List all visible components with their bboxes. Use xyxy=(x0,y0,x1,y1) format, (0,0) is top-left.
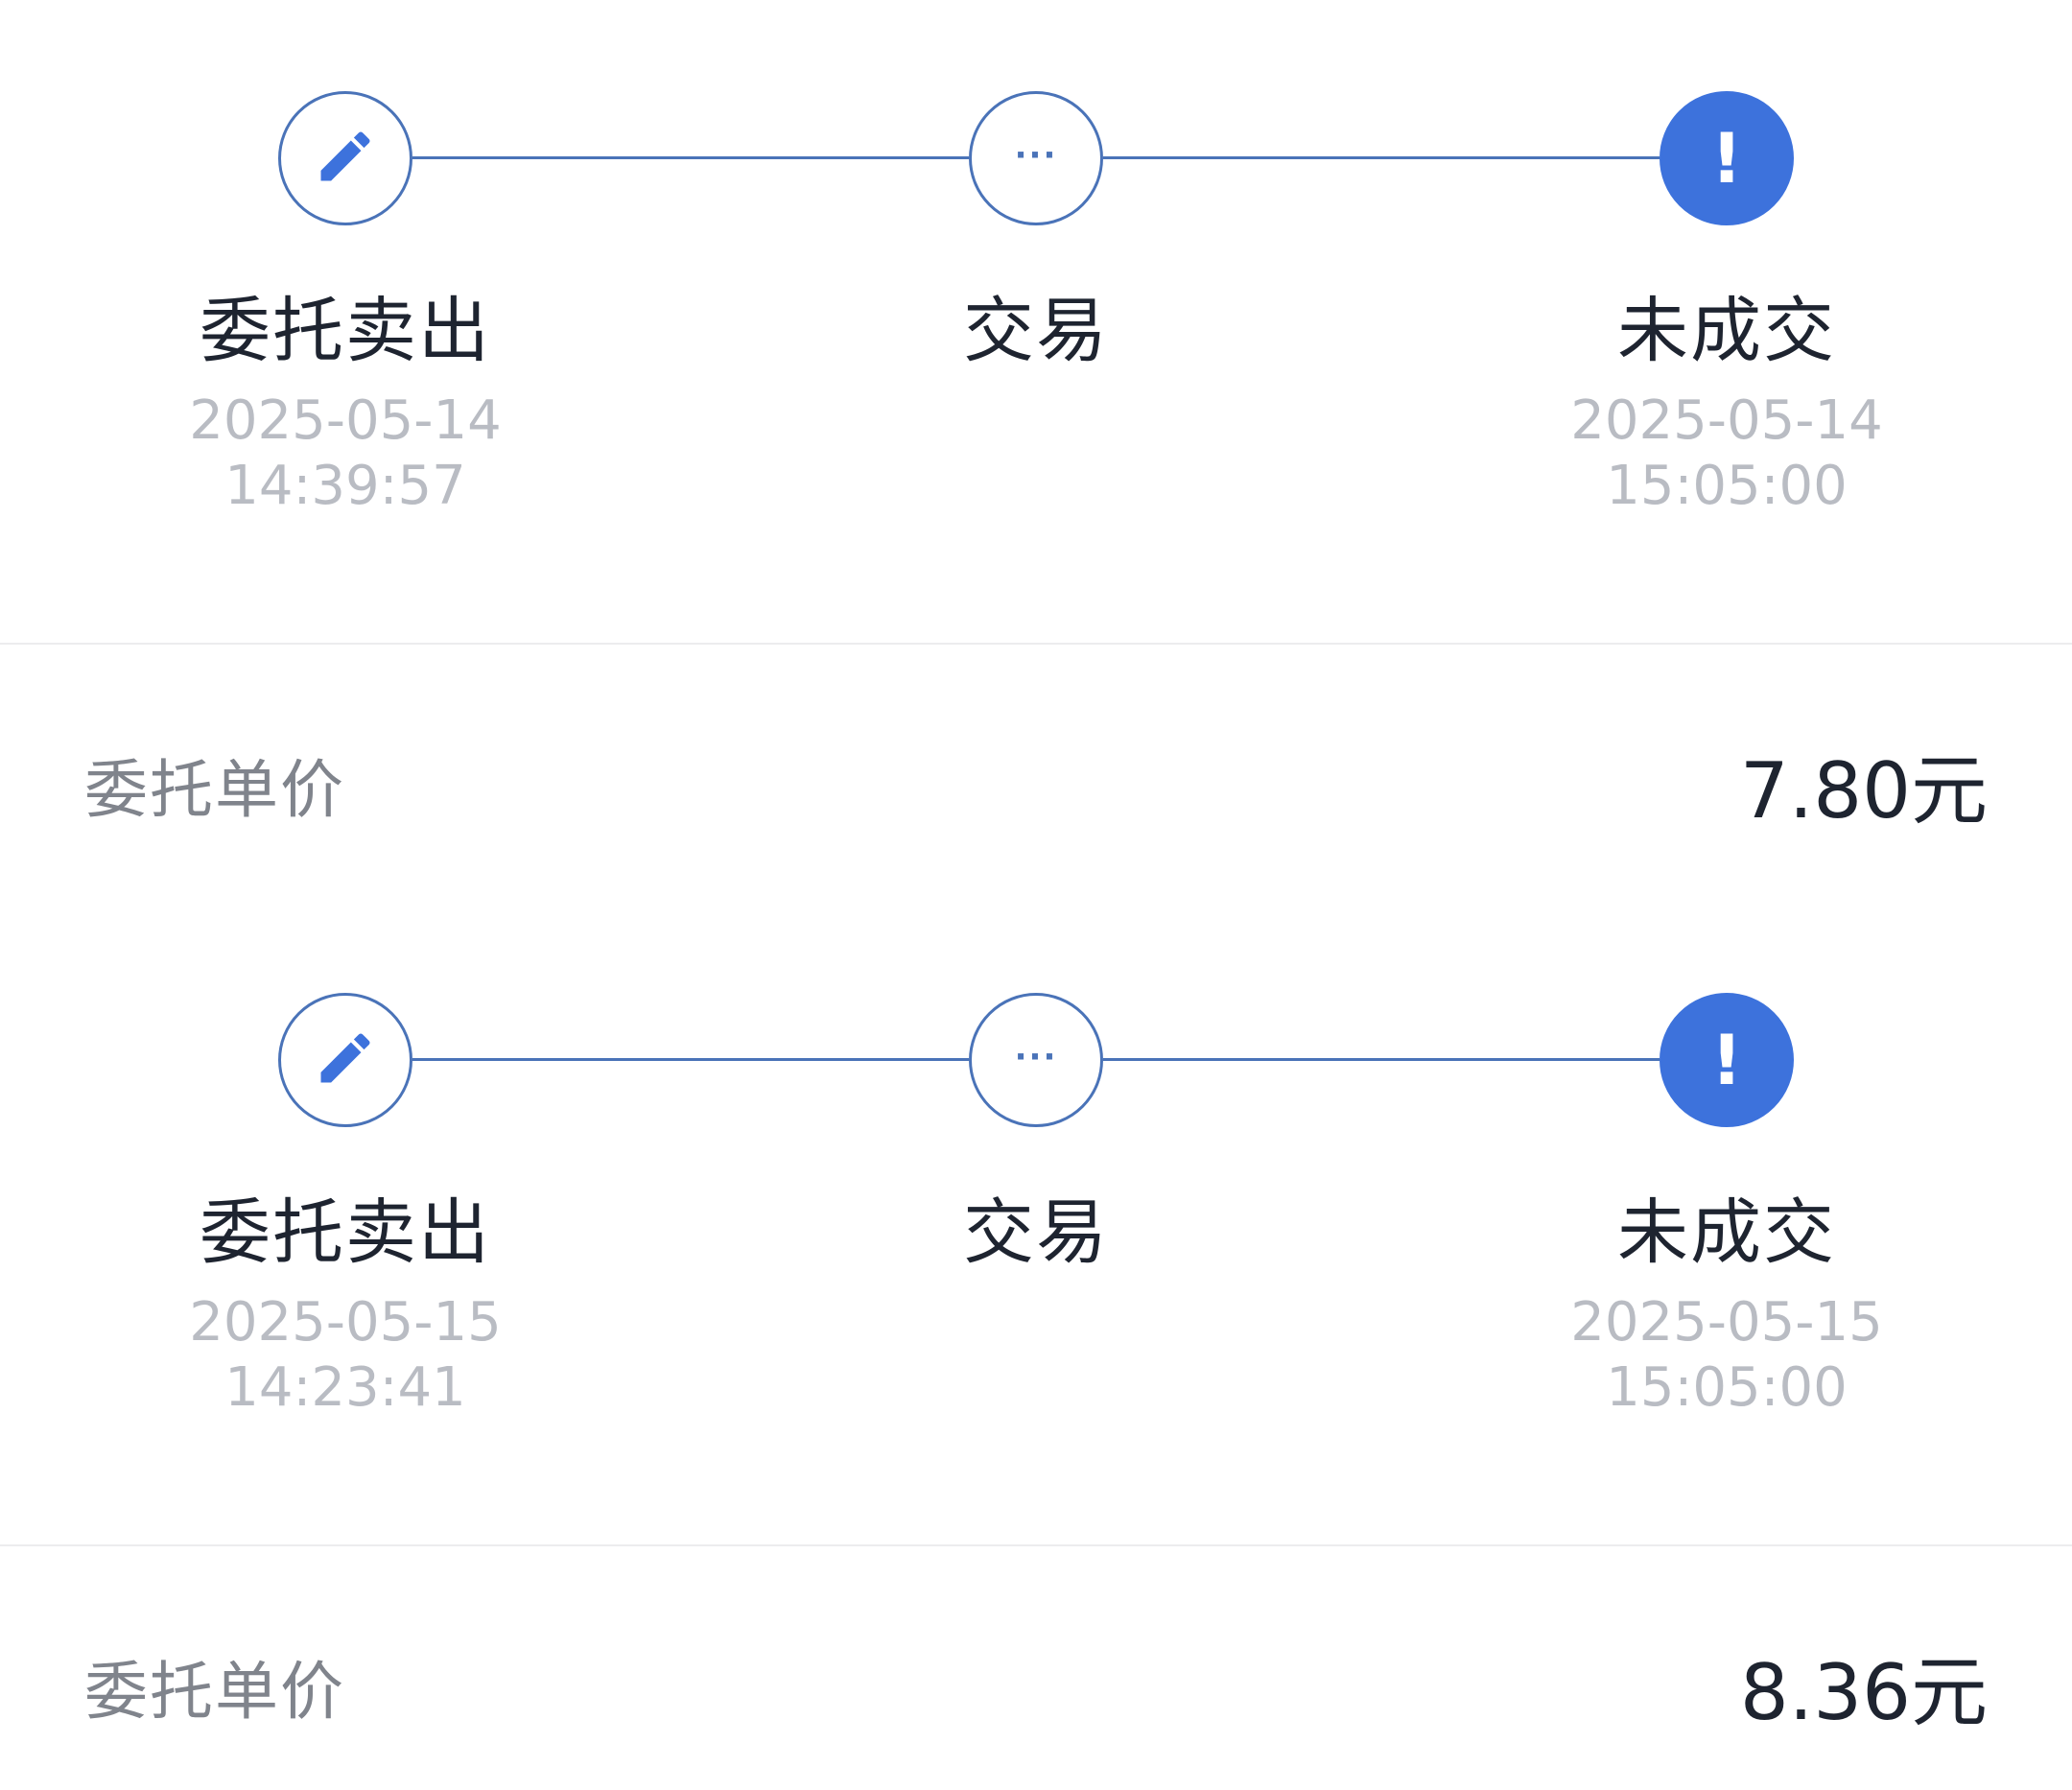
timeline-connector xyxy=(1103,156,1660,159)
ellipsis-icon: ··· xyxy=(1014,136,1058,175)
step-label-trade: 交易 xyxy=(963,290,1109,372)
step-timestamp-not-filled: 2025-05-14 15:05:00 xyxy=(1487,389,1966,519)
step-node-not-filled: ! xyxy=(1660,91,1794,225)
order-card-1: ··· ! 委托卖出 交易 未成交 2025-05-14 14:39:57 20… xyxy=(0,0,2072,892)
entrust-price-label: 委托单价 xyxy=(84,753,345,827)
step-node-trade: ··· xyxy=(969,91,1103,225)
step-date: 2025-05-15 xyxy=(189,1291,502,1354)
step-date: 2025-05-15 xyxy=(1570,1291,1883,1354)
step-timestamp-entrust: 2025-05-15 14:23:41 xyxy=(106,1290,585,1421)
step-time: 14:23:41 xyxy=(224,1356,466,1419)
ellipsis-icon: ··· xyxy=(1014,1038,1058,1076)
step-label-entrust: 委托卖出 xyxy=(200,1191,491,1274)
divider xyxy=(0,1544,2072,1546)
step-label-trade: 交易 xyxy=(963,1191,1109,1274)
entrust-price-value: 8.36元 xyxy=(1739,1648,1988,1737)
divider xyxy=(0,643,2072,645)
step-time: 15:05:00 xyxy=(1606,1356,1848,1419)
timeline-connector xyxy=(1103,1058,1660,1061)
step-timestamp-entrust: 2025-05-14 14:39:57 xyxy=(106,389,585,519)
order-status-timeline: ··· ! 委托卖出 交易 未成交 2025-05-15 14:23:41 20… xyxy=(0,902,2072,1439)
step-date: 2025-05-14 xyxy=(189,389,502,452)
step-time: 14:39:57 xyxy=(224,455,466,517)
timeline-connector xyxy=(412,1058,969,1061)
pencil-icon xyxy=(313,1025,378,1095)
pencil-icon xyxy=(313,124,378,193)
entrust-price-label: 委托单价 xyxy=(84,1655,345,1729)
step-node-not-filled: ! xyxy=(1660,993,1794,1127)
order-card-2: ··· ! 委托卖出 交易 未成交 2025-05-15 14:23:41 20… xyxy=(0,902,2072,1790)
step-timestamp-not-filled: 2025-05-15 15:05:00 xyxy=(1487,1290,1966,1421)
exclamation-icon: ! xyxy=(1710,118,1743,199)
step-date: 2025-05-14 xyxy=(1570,389,1883,452)
step-node-trade: ··· xyxy=(969,993,1103,1127)
exclamation-icon: ! xyxy=(1710,1020,1743,1100)
order-status-timeline: ··· ! 委托卖出 交易 未成交 2025-05-14 14:39:57 20… xyxy=(0,0,2072,537)
entrust-price-value: 7.80元 xyxy=(1739,746,1988,836)
step-label-entrust: 委托卖出 xyxy=(200,290,491,372)
step-time: 15:05:00 xyxy=(1606,455,1848,517)
step-label-not-filled: 未成交 xyxy=(1617,1191,1836,1274)
step-label-not-filled: 未成交 xyxy=(1617,290,1836,372)
step-node-entrust xyxy=(278,91,412,225)
step-node-entrust xyxy=(278,993,412,1127)
timeline-connector xyxy=(412,156,969,159)
